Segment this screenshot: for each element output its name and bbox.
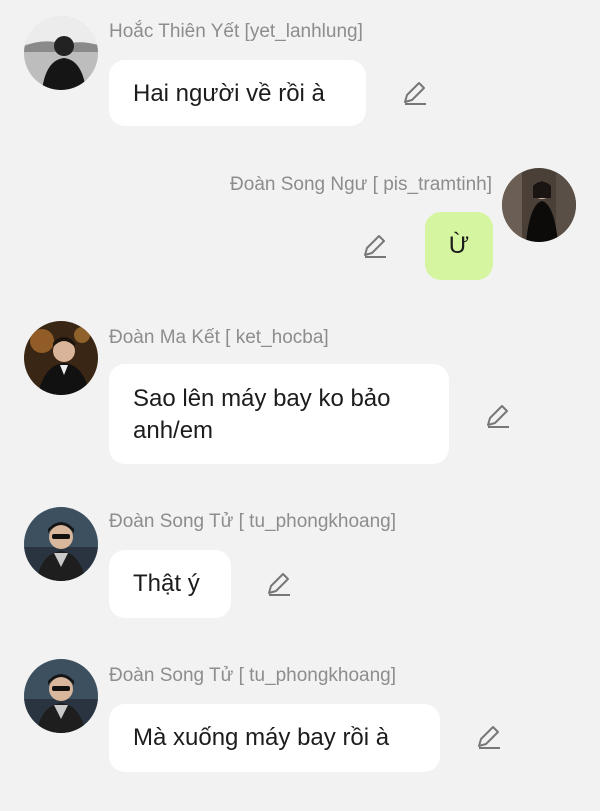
- sender-name: Đoàn Ma Kết [ ket_hocba]: [109, 327, 329, 348]
- sender-name: Đoàn Song Ngư [ pis_tramtinh]: [230, 174, 492, 195]
- avatar-yet[interactable]: [24, 16, 98, 90]
- edit-icon[interactable]: [265, 570, 293, 598]
- message-line: anh/em: [133, 417, 214, 444]
- chat-thread: Hoắc Thiên Yết [yet_lanhlung] Hai người …: [0, 0, 600, 811]
- avatar-tu[interactable]: [24, 507, 98, 581]
- avatar-tu[interactable]: [24, 659, 98, 733]
- sender-name: Đoàn Song Tử [ tu_phongkhoang]: [109, 665, 397, 686]
- edit-icon[interactable]: [401, 79, 429, 107]
- edit-icon[interactable]: [484, 402, 512, 430]
- message-row: Đoàn Ma Kết [ ket_hocba] Sao lên máy bay…: [0, 315, 600, 475]
- edit-icon[interactable]: [475, 723, 503, 751]
- sender-name: Hoắc Thiên Yết [yet_lanhlung]: [109, 21, 363, 42]
- avatar-pis[interactable]: [502, 168, 576, 242]
- message-row: Đoàn Song Tử [ tu_phongkhoang] Mà xuống …: [0, 650, 600, 790]
- sender-name: Đoàn Song Tử [ tu_phongkhoang]: [109, 511, 397, 532]
- message-bubble: Sao lên máy bay ko bảo anh/em: [109, 364, 449, 464]
- message-bubble: Thật ý: [109, 550, 231, 618]
- message-row: Đoàn Song Tử [ tu_phongkhoang] Thật ý: [0, 500, 600, 630]
- message-bubble: Ừ: [425, 212, 493, 280]
- message-bubble: Hai người về rồi à: [109, 60, 366, 126]
- message-row: Hoắc Thiên Yết [yet_lanhlung] Hai người …: [0, 0, 600, 140]
- message-line: Sao lên máy bay ko bảo: [133, 385, 391, 412]
- message-bubble: Mà xuống máy bay rồi à: [109, 704, 440, 772]
- avatar-ket[interactable]: [24, 321, 98, 395]
- edit-icon[interactable]: [361, 232, 389, 260]
- message-row: Đoàn Song Ngư [ pis_tramtinh] Ừ: [0, 160, 600, 290]
